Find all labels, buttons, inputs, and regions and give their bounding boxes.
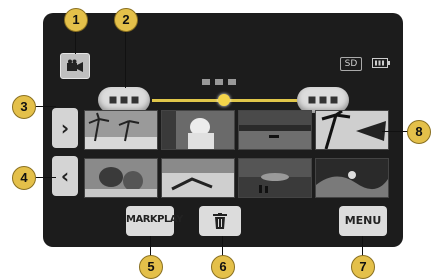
callout-5: 5 <box>139 255 163 279</box>
thumbnail[interactable] <box>84 158 158 198</box>
callout-leader <box>125 30 126 88</box>
delete-button[interactable] <box>199 206 241 236</box>
next-page-button[interactable]: › <box>52 108 78 148</box>
mark-play-button[interactable]: MARKPLAY <box>126 206 183 236</box>
chevron-left-icon: ‹ <box>60 164 70 188</box>
thumbnail[interactable] <box>84 110 158 150</box>
video-camera-icon <box>67 59 83 72</box>
date-indicator <box>202 79 236 85</box>
thumbnail[interactable] <box>238 158 312 198</box>
thumbnail[interactable] <box>315 158 389 198</box>
menu-button[interactable]: MENU <box>339 206 387 236</box>
previous-page-button[interactable]: ‹ <box>52 156 78 196</box>
timeline-slider-knob[interactable] <box>218 94 230 106</box>
callout-leader <box>382 131 410 132</box>
sd-card-badge: SD <box>340 57 362 71</box>
battery-icon <box>372 58 390 68</box>
callout-1: 1 <box>64 8 88 32</box>
callout-leader <box>75 30 76 54</box>
thumbnail[interactable] <box>315 110 389 150</box>
callout-8: 8 <box>407 120 431 144</box>
callout-leader <box>36 177 56 178</box>
thumbnail[interactable] <box>161 110 235 150</box>
callout-3: 3 <box>12 95 36 119</box>
chevron-right-icon: › <box>60 116 70 140</box>
callout-4: 4 <box>12 166 36 190</box>
callout-6: 6 <box>211 255 235 279</box>
trash-icon <box>213 213 227 229</box>
thumbnail[interactable] <box>161 158 235 198</box>
thumbnail[interactable] <box>238 110 312 150</box>
callout-7: 7 <box>351 255 375 279</box>
callout-2: 2 <box>114 8 138 32</box>
callout-leader <box>36 106 56 107</box>
mode-toggle-button[interactable] <box>60 53 90 79</box>
